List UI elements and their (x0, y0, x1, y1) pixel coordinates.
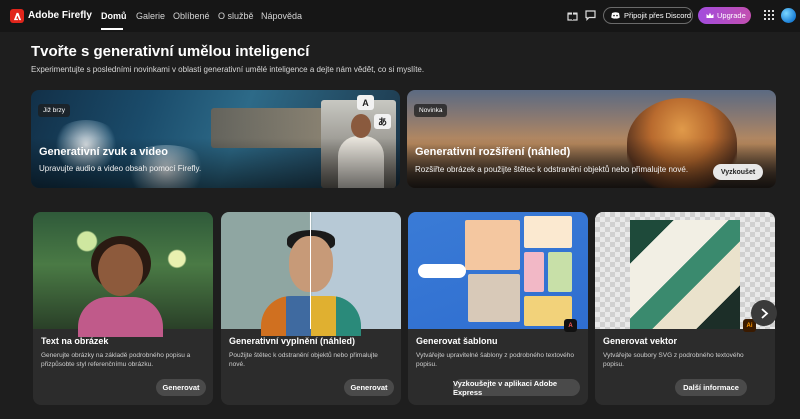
card-title: Text na obrázek (41, 336, 109, 346)
card-description: Použijte štětec k odstranění objektů neb… (229, 352, 378, 368)
before-after-divider[interactable] (310, 212, 311, 329)
template-thumb (468, 274, 520, 322)
discord-button[interactable]: Připojit přes Discord (603, 7, 693, 24)
card-title: Generovat šablonu (416, 336, 498, 346)
chat-icon[interactable] (584, 9, 597, 22)
girl-face-shape (98, 244, 143, 296)
top-nav: Adobe Firefly Domů Galerie Oblíbené O sl… (0, 0, 800, 32)
girl-body-shape (78, 297, 163, 337)
nav-active-indicator (101, 28, 123, 30)
card-text-to-image[interactable]: Text na obrázek Generujte obrázky na zák… (33, 212, 213, 405)
nav-link-gallery[interactable]: Galerie (136, 11, 165, 21)
nav-link-favorites[interactable]: Oblíbené (173, 11, 210, 21)
avatar[interactable] (781, 8, 796, 23)
hero-title: Generativní zvuk a video (39, 146, 168, 158)
adobe-express-icon: A (564, 319, 577, 332)
man-sweater-shape (261, 296, 361, 336)
adobe-logo-icon[interactable] (10, 9, 24, 23)
card-title: Generovat vektor (603, 336, 678, 346)
panda-vector-image (630, 220, 740, 329)
discord-label: Připojit přes Discord (624, 11, 692, 20)
man-face-shape (289, 236, 333, 292)
template-thumb (524, 252, 544, 292)
nav-link-home[interactable]: Domů (101, 11, 127, 21)
app-title[interactable]: Adobe Firefly (28, 10, 92, 21)
page-title: Tvořte s generativní umělou inteligencí (31, 43, 310, 60)
card-generate-template[interactable]: A Generovat šablonu Vytvářejte upravitel… (408, 212, 588, 405)
template-preview (408, 212, 588, 329)
card-description: Vytvářejte upravitelné šablony z podrobn… (416, 352, 575, 368)
generative-fill-preview (221, 212, 401, 336)
language-chip-japanese: あ (374, 114, 391, 129)
apps-grid-icon[interactable] (764, 10, 774, 20)
card-generate-vector[interactable]: Ai Generovat vektor Vytvářejte soubory S… (595, 212, 775, 405)
try-button[interactable]: Vyzkoušet (713, 164, 763, 180)
learn-more-button[interactable]: Další informace (675, 379, 747, 396)
card-generative-fill[interactable]: Generativní vyplnění (náhled) Použijte š… (221, 212, 401, 405)
hero-title: Generativní rozšíření (náhled) (415, 146, 571, 158)
discord-icon (611, 12, 620, 19)
gift-icon[interactable] (566, 9, 579, 22)
template-thumb (465, 220, 520, 270)
card-description: Vytvářejte soubory SVG z podrobného text… (603, 352, 744, 368)
new-badge: Novinka (414, 104, 448, 117)
chevron-right-icon (760, 307, 768, 319)
page-subtitle: Experimentujte s posledními novinkami v … (31, 65, 425, 74)
generate-button[interactable]: Generovat (344, 379, 394, 396)
hero-description: Upravujte audio a video obsah pomocí Fir… (39, 164, 202, 173)
person-head-shape (351, 114, 371, 138)
card-title: Generativní vyplnění (náhled) (229, 336, 356, 346)
try-in-express-button[interactable]: Vyzkoušejte v aplikaci Adobe Express (453, 379, 580, 397)
template-thumb (548, 252, 572, 292)
nav-link-help[interactable]: Nápověda (261, 11, 302, 21)
vector-preview (595, 212, 775, 329)
nav-link-about[interactable]: O službě (218, 11, 254, 21)
card-description: Generujte obrázky na základě podrobného … (41, 352, 191, 368)
upgrade-button[interactable]: Upgrade (698, 7, 751, 24)
language-chip-latin: A (357, 95, 374, 110)
hero-card-expand[interactable]: Novinka Generativní rozšíření (náhled) R… (407, 90, 776, 188)
generate-button[interactable]: Generovat (156, 379, 206, 396)
upgrade-label: Upgrade (717, 11, 746, 20)
text-to-image-preview (33, 212, 213, 337)
template-thumb (524, 216, 572, 248)
prompt-field-preview (418, 264, 466, 278)
hero-description: Rozšiřte obrázek a použijte štětec k ods… (415, 165, 689, 174)
carousel-next-button[interactable] (751, 300, 777, 326)
crown-icon (706, 12, 714, 18)
coming-soon-badge: Již brzy (38, 104, 71, 117)
hero-card-audio-video[interactable]: A あ Již brzy Generativní zvuk a video Up… (31, 90, 400, 188)
